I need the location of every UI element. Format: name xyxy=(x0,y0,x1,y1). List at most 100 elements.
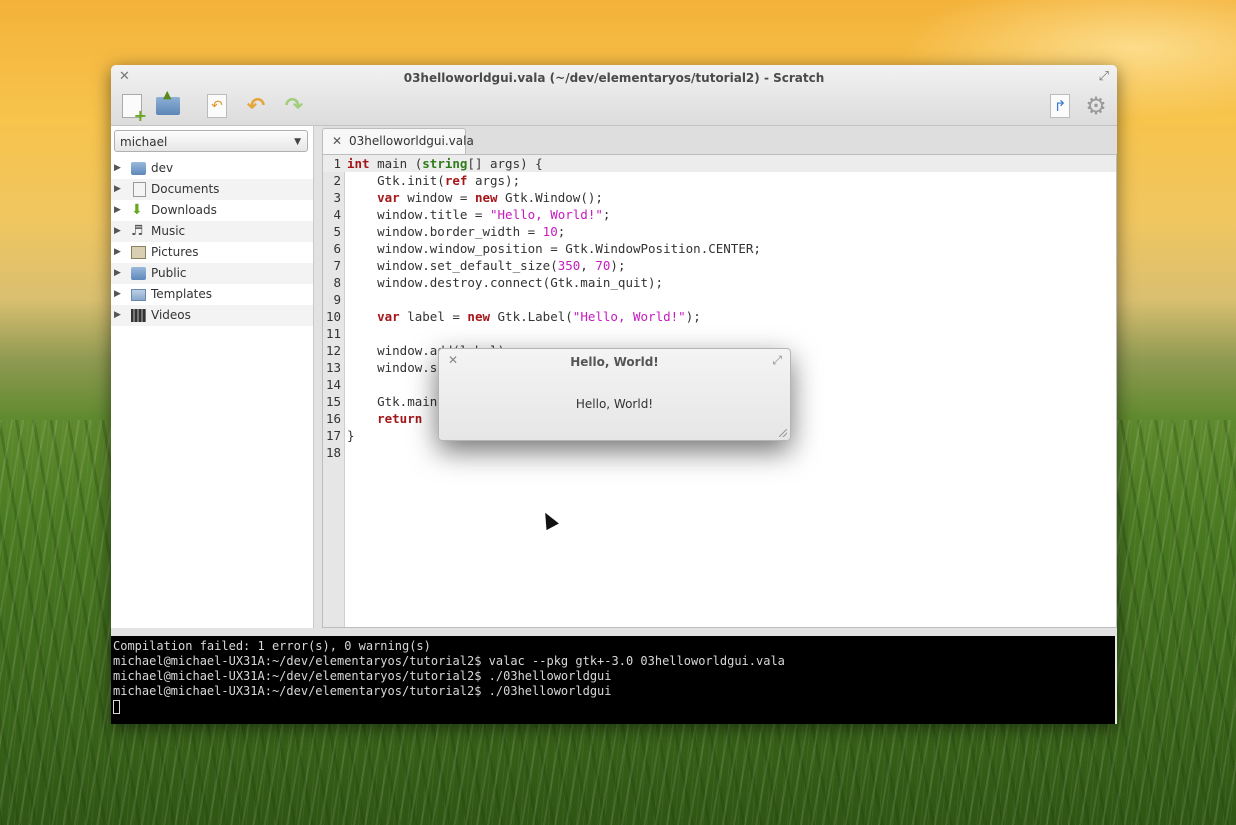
expander-icon[interactable]: ▶ xyxy=(114,158,121,179)
line-number: 8 xyxy=(333,275,341,290)
hello-world-dialog: ✕ Hello, World! ⤢ Hello, World! xyxy=(438,348,791,441)
share-button[interactable]: ↱ xyxy=(1047,93,1073,119)
templates-icon xyxy=(131,289,146,301)
code-line[interactable]: 11 xyxy=(323,325,1116,342)
line-number: 9 xyxy=(333,292,341,307)
code-line[interactable]: 2 Gtk.init(ref args); xyxy=(323,172,1116,189)
undo-icon: ↶ xyxy=(246,93,266,119)
share-icon: ↱ xyxy=(1050,94,1070,118)
sidebar-item-downloads[interactable]: ▶ ⬇ Downloads xyxy=(111,200,313,221)
line-text: window.window_position = Gtk.WindowPosit… xyxy=(347,241,761,256)
terminal-prompt-line[interactable] xyxy=(111,699,1115,714)
titlebar: ✕ 03helloworldgui.vala (~/dev/elementary… xyxy=(111,65,1117,126)
close-tab-icon[interactable]: ✕ xyxy=(332,129,342,153)
sidebar-item-music[interactable]: ▶ ♬ Music xyxy=(111,221,313,242)
gear-icon: ⚙ xyxy=(1085,92,1107,120)
maximize-icon[interactable]: ⤢ xyxy=(772,353,782,368)
code-line[interactable]: 4 window.title = "Hello, World!"; xyxy=(323,206,1116,223)
revert-icon: ↶ xyxy=(207,94,227,118)
downloads-icon: ⬇ xyxy=(131,202,143,218)
sidebar-item-dev[interactable]: ▶ dev xyxy=(111,158,313,179)
revert-button[interactable]: ↶ xyxy=(204,93,230,119)
window-title: 03helloworldgui.vala (~/dev/elementaryos… xyxy=(403,71,825,85)
sidebar-item-documents[interactable]: ▶ Documents xyxy=(111,179,313,200)
sidebar-item-label: Templates xyxy=(151,287,213,301)
videos-icon xyxy=(131,309,146,322)
public-folder-icon xyxy=(131,267,146,280)
line-number: 13 xyxy=(325,360,341,375)
code-line[interactable]: 7 window.set_default_size(350, 70); xyxy=(323,257,1116,274)
line-number: 12 xyxy=(325,343,341,358)
terminal-line: michael@michael-UX31A:~/dev/elementaryos… xyxy=(113,669,612,683)
sidebar-item-label: Documents xyxy=(151,182,220,196)
terminal-cursor xyxy=(113,699,120,714)
line-number: 17 xyxy=(325,428,341,443)
open-button[interactable] xyxy=(155,88,181,119)
code-line[interactable]: 3 var window = new Gtk.Window(); xyxy=(323,189,1116,206)
maximize-icon[interactable]: ⤢ xyxy=(1099,69,1109,84)
expander-icon[interactable]: ▶ xyxy=(114,221,121,242)
terminal-splitter[interactable] xyxy=(111,628,1117,636)
line-number: 7 xyxy=(333,258,341,273)
documents-icon xyxy=(133,182,146,197)
redo-button[interactable]: ↷ xyxy=(281,93,307,119)
sidebar-splitter[interactable] xyxy=(314,126,322,628)
line-text: window.title = "Hello, World!"; xyxy=(347,207,611,222)
expander-icon[interactable]: ▶ xyxy=(114,263,121,284)
settings-button[interactable]: ⚙ xyxy=(1083,92,1109,120)
dialog-label: Hello, World! xyxy=(575,397,654,411)
expander-icon[interactable]: ▶ xyxy=(114,179,121,200)
code-line[interactable]: 9 xyxy=(323,291,1116,308)
folder-selector[interactable]: michael ▼ xyxy=(114,130,308,152)
line-text: Gtk.init(ref args); xyxy=(347,173,521,188)
line-number: 18 xyxy=(325,445,341,460)
line-number: 14 xyxy=(325,377,341,392)
resize-grip-icon[interactable] xyxy=(779,429,787,437)
code-line[interactable]: 8 window.destroy.connect(Gtk.main_quit); xyxy=(323,274,1116,291)
code-line[interactable]: 6 window.window_position = Gtk.WindowPos… xyxy=(323,240,1116,257)
code-line[interactable]: 10 var label = new Gtk.Label("Hello, Wor… xyxy=(323,308,1116,325)
sidebar-item-label: Videos xyxy=(151,308,191,322)
sidebar-item-label: Music xyxy=(151,224,186,238)
sidebar-item-label: Pictures xyxy=(151,245,199,259)
line-text: window.s xyxy=(347,360,438,375)
line-number: 10 xyxy=(325,309,341,324)
sidebar-item-videos[interactable]: ▶ Videos xyxy=(111,305,313,326)
tab-03helloworldgui[interactable]: ✕ 03helloworldgui.vala xyxy=(322,128,474,155)
line-number: 15 xyxy=(325,394,341,409)
new-document-button[interactable] xyxy=(119,93,147,125)
line-number: 1 xyxy=(333,156,341,171)
sidebar-item-pictures[interactable]: ▶ Pictures xyxy=(111,242,313,263)
dialog-title: Hello, World! xyxy=(570,355,659,369)
line-text: Gtk.main xyxy=(347,394,438,409)
file-browser-sidebar: michael ▼ ▶ dev ▶ Documents ▶ ⬇ Download… xyxy=(111,126,314,628)
music-icon: ♬ xyxy=(131,223,144,239)
sidebar-item-label: Downloads xyxy=(151,203,217,217)
code-line[interactable]: 1 int main (string[] args) { xyxy=(323,155,1116,172)
terminal-line: Compilation failed: 1 error(s), 0 warnin… xyxy=(113,639,431,653)
expander-icon[interactable]: ▶ xyxy=(114,305,121,326)
line-text: var label = new Gtk.Label("Hello, World!… xyxy=(377,309,701,324)
open-folder-icon xyxy=(156,88,180,115)
code-line[interactable]: 5 window.border_width = 10; xyxy=(323,223,1116,240)
folder-tree: ▶ dev ▶ Documents ▶ ⬇ Downloads ▶ ♬ Musi… xyxy=(111,158,313,326)
chevron-down-icon: ▼ xyxy=(294,137,301,147)
folder-icon xyxy=(131,162,146,175)
expander-icon[interactable]: ▶ xyxy=(114,242,121,263)
line-text: window.border_width = 10; xyxy=(347,224,566,239)
undo-button[interactable]: ↶ xyxy=(243,93,269,119)
sidebar-item-label: dev xyxy=(151,161,174,175)
line-text: window.destroy.connect(Gtk.main_quit); xyxy=(347,275,664,290)
line-number: 11 xyxy=(325,326,341,341)
expander-icon[interactable]: ▶ xyxy=(114,284,121,305)
line-number: 16 xyxy=(325,411,341,426)
folder-selector-value: michael xyxy=(120,135,168,149)
sidebar-item-public[interactable]: ▶ Public xyxy=(111,263,313,284)
pictures-icon xyxy=(131,246,146,259)
line-text: } xyxy=(347,428,355,443)
sidebar-item-templates[interactable]: ▶ Templates xyxy=(111,284,313,305)
code-line[interactable]: 18 xyxy=(323,444,1116,461)
terminal-panel[interactable]: Compilation failed: 1 error(s), 0 warnin… xyxy=(111,636,1115,724)
expander-icon[interactable]: ▶ xyxy=(114,200,121,221)
redo-icon: ↷ xyxy=(284,93,304,119)
